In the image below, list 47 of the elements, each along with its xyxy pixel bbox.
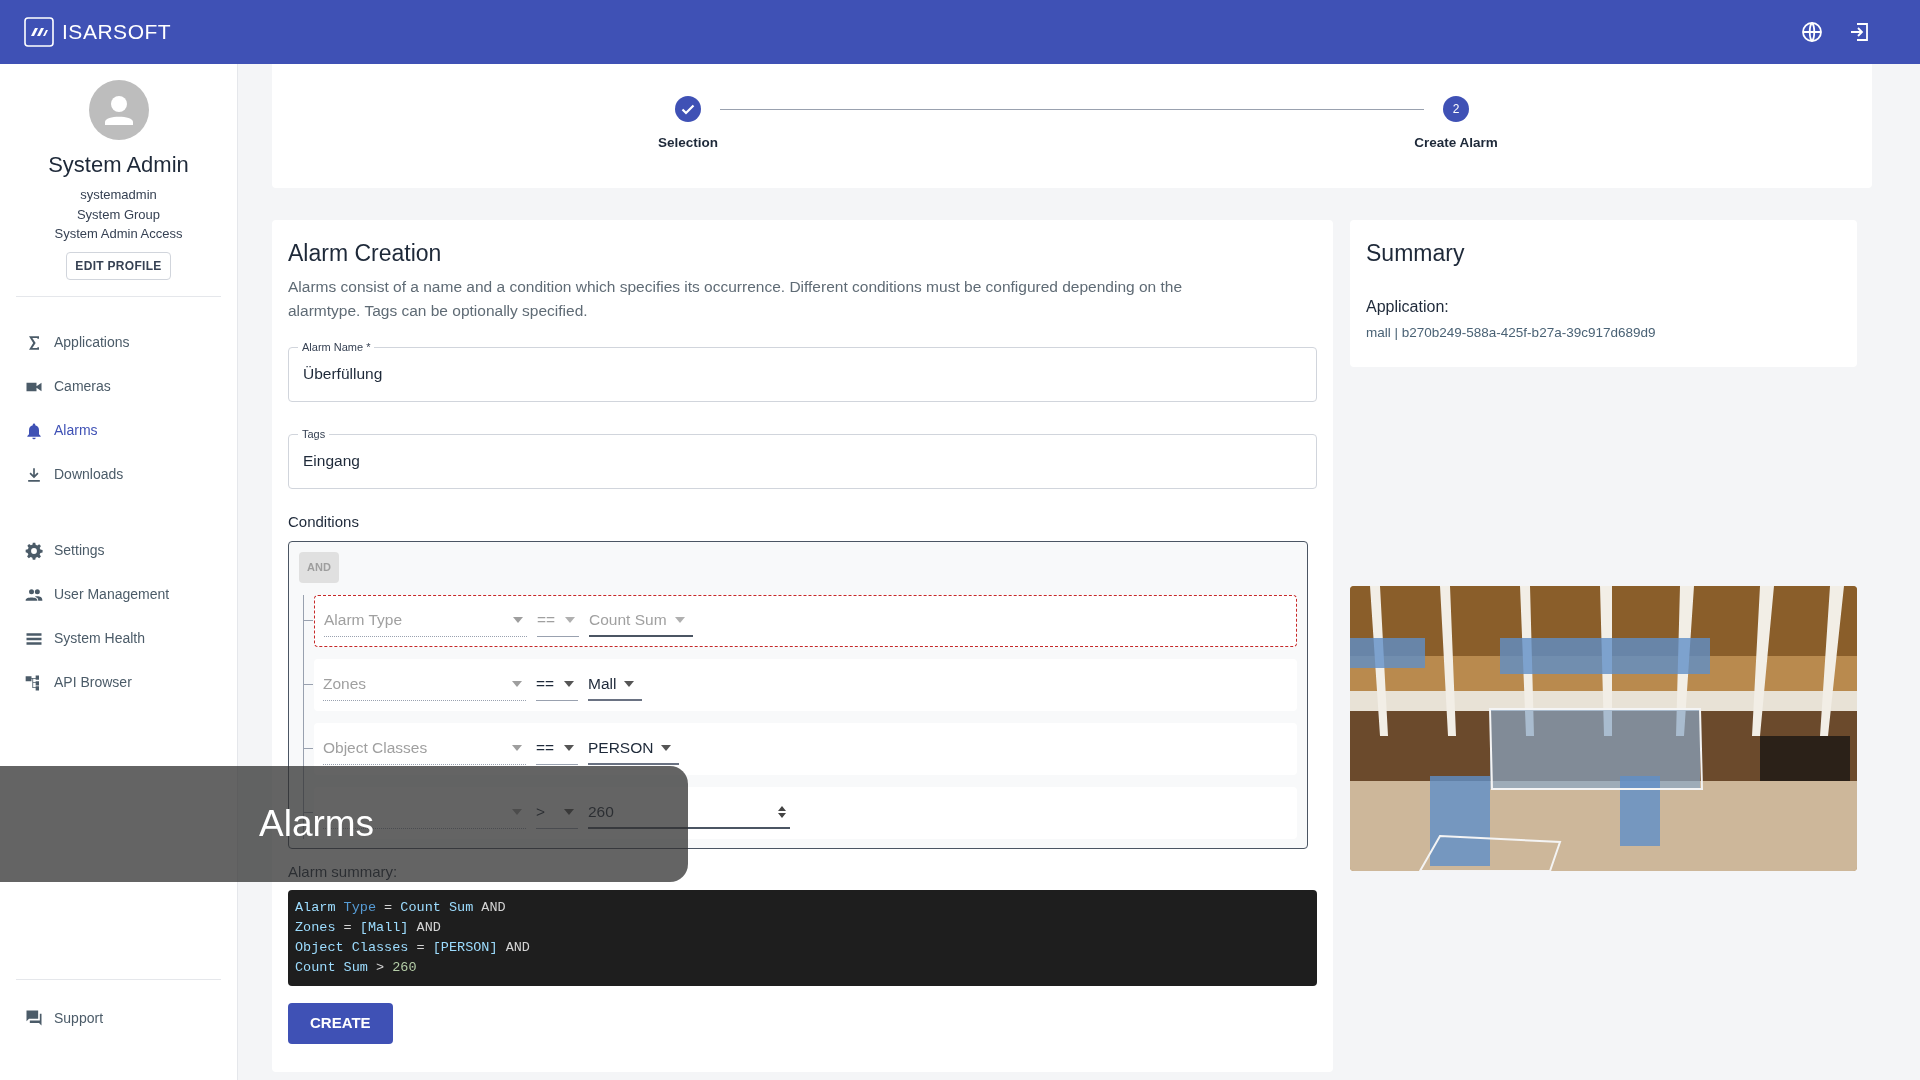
user-access: System Admin Access xyxy=(54,225,183,243)
create-button[interactable]: CREATE xyxy=(288,1002,393,1044)
value-dropdown[interactable]: Mall xyxy=(588,668,643,701)
caret-icon xyxy=(513,617,523,623)
caret-icon xyxy=(661,744,672,751)
globe-icon[interactable] xyxy=(1800,20,1824,44)
value-dropdown[interactable]: PERSON xyxy=(588,732,680,765)
card-title: Summary xyxy=(1366,239,1466,268)
nav-item[interactable]: System Health xyxy=(16,616,221,661)
step-number: 2 xyxy=(1443,96,1469,122)
summary-label: Alarm summary: xyxy=(288,862,399,882)
nav-item[interactable]: API Browser xyxy=(16,660,221,705)
user-group: System Group xyxy=(76,204,161,224)
brand-name: ISARSOFT xyxy=(62,19,172,46)
nav-item[interactable]: Downloads xyxy=(16,452,221,497)
application-value: mall | b270b249-588a-425f-b27a-39c917d689d9 xyxy=(1366,323,1657,342)
edit-profile-button[interactable]: EDIT PROFILE xyxy=(66,251,171,280)
settings-icon xyxy=(24,540,44,561)
caret-icon xyxy=(512,745,522,751)
conditions-label: Conditions xyxy=(288,511,360,532)
spinner-icon[interactable] xyxy=(778,804,786,819)
nav-item[interactable]: Alarms xyxy=(16,408,221,453)
card-title: Alarm Creation xyxy=(288,239,443,268)
caret-icon xyxy=(564,681,574,687)
logo-icon xyxy=(24,17,54,47)
caret-icon xyxy=(624,680,635,687)
card-description: Alarms consist of a name and a condition which specifies its occurrence. Different conditions must be configured depending on the alarmtype. Tags can be optionally specified. xyxy=(288,276,1184,321)
nav-item[interactable]: Applications xyxy=(16,320,221,365)
chat-icon xyxy=(24,1008,44,1028)
nav-item[interactable]: Cameras xyxy=(16,364,221,409)
operator-dropdown[interactable]: == xyxy=(536,668,578,701)
nav-item[interactable]: User Management xyxy=(16,572,221,617)
caret-icon xyxy=(512,681,522,687)
toast-text: Alarms xyxy=(259,803,375,845)
user-login: systemadmin xyxy=(80,186,157,204)
operator-dropdown[interactable]: == xyxy=(536,732,578,765)
caret-icon xyxy=(674,616,685,623)
nav-item[interactable]: Support xyxy=(16,996,221,1040)
caret-icon xyxy=(564,745,574,751)
nav-item[interactable]: Settings xyxy=(16,528,221,573)
step-label: Selection xyxy=(658,134,718,152)
summary-code: Alarm Type = Count Sum AND Zones = [Mall] AND Object Classes = [PERSON] AND Count Sum > 260 xyxy=(288,889,1317,986)
user-name: System Admin xyxy=(48,151,189,179)
application-label: Application: xyxy=(1366,296,1450,317)
avatar-icon xyxy=(88,80,149,140)
caret-icon xyxy=(565,617,575,623)
step-label: Create Alarm xyxy=(1414,134,1498,152)
